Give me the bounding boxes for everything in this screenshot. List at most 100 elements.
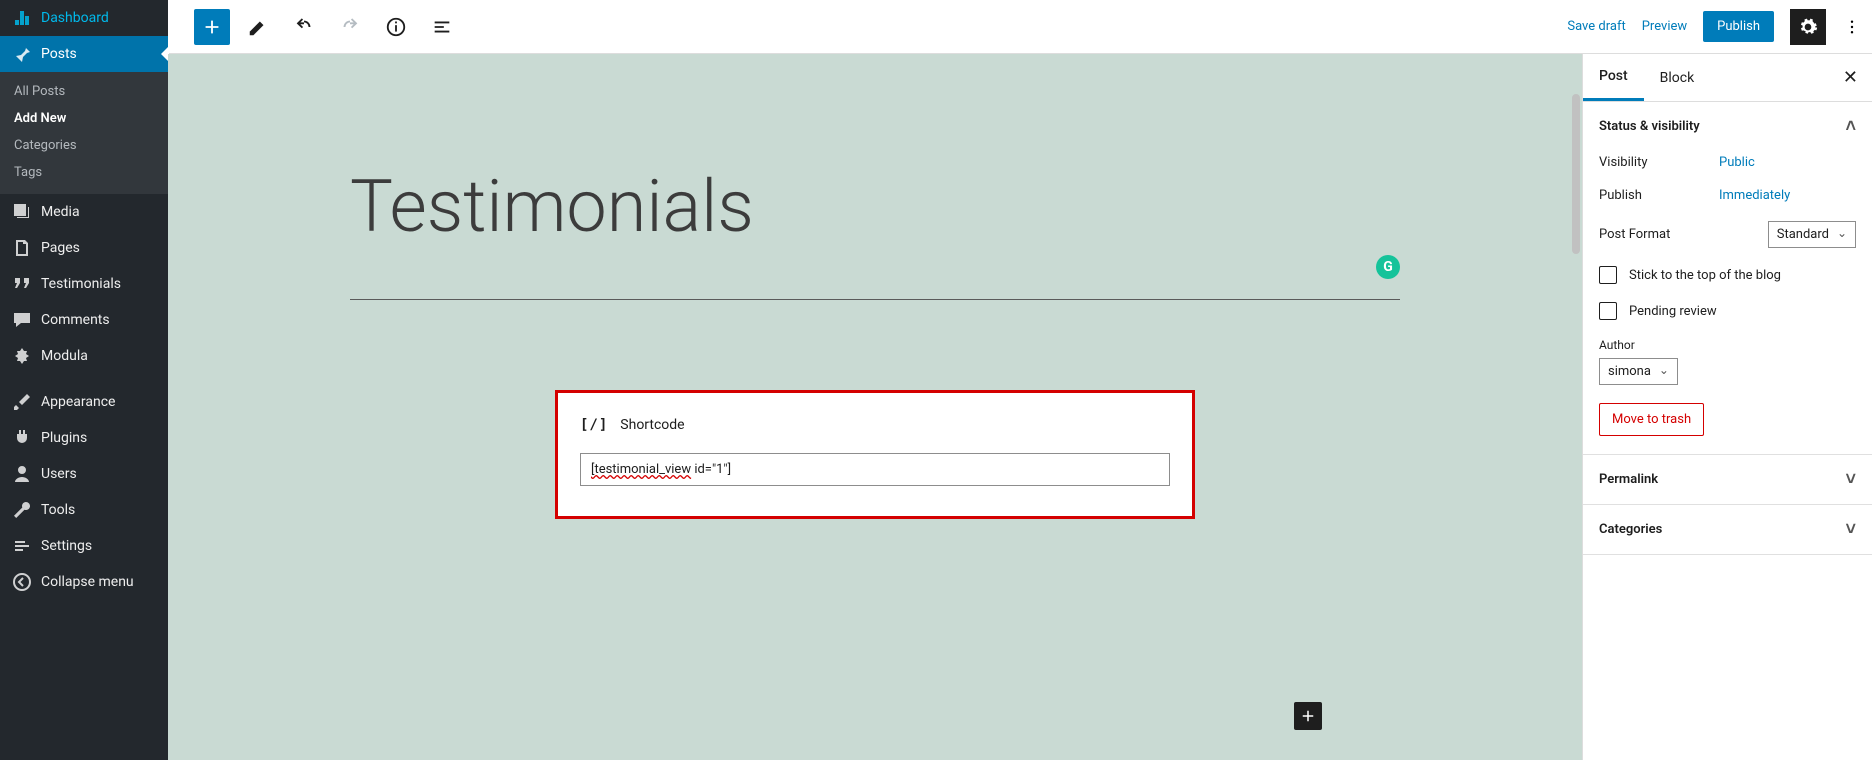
publish-value[interactable]: Immediately bbox=[1719, 188, 1790, 203]
section-status-toggle[interactable]: Status & visibility ˄ bbox=[1583, 102, 1872, 151]
sliders-icon bbox=[12, 536, 32, 556]
editor-canvas-wrap: Testimonials G [/] Shortcode [testimonia… bbox=[168, 54, 1582, 760]
scrollbar-track[interactable] bbox=[1568, 54, 1582, 760]
sidebar-sub-add-new[interactable]: Add New bbox=[0, 105, 168, 132]
media-icon bbox=[12, 202, 32, 222]
brush-icon bbox=[12, 392, 32, 412]
settings-panel: Post Block ✕ Status & visibility ˄ Visib… bbox=[1582, 54, 1872, 760]
close-panel-button[interactable]: ✕ bbox=[1829, 55, 1872, 100]
visibility-value[interactable]: Public bbox=[1719, 155, 1755, 170]
shortcode-label: Shortcode bbox=[620, 417, 684, 433]
settings-button[interactable] bbox=[1790, 9, 1826, 45]
visibility-label: Visibility bbox=[1599, 155, 1719, 170]
sidebar-sub-tags[interactable]: Tags bbox=[0, 159, 168, 186]
separator-block[interactable] bbox=[350, 299, 1400, 300]
redo-button[interactable] bbox=[332, 9, 368, 45]
publish-label: Publish bbox=[1599, 188, 1719, 203]
comment-icon bbox=[12, 310, 32, 330]
user-icon bbox=[12, 464, 32, 484]
more-options-button[interactable] bbox=[1842, 9, 1862, 45]
tab-block[interactable]: Block bbox=[1644, 56, 1711, 100]
sidebar-label: Testimonials bbox=[41, 276, 121, 292]
sidebar-item-appearance[interactable]: Appearance bbox=[0, 384, 168, 420]
pending-review-checkbox[interactable]: Pending review bbox=[1599, 302, 1856, 320]
edit-mode-button[interactable] bbox=[240, 9, 276, 45]
shortcode-icon: [/] bbox=[580, 417, 608, 433]
sidebar-item-media[interactable]: Media bbox=[0, 194, 168, 230]
section-permalink-toggle[interactable]: Permalink ˅ bbox=[1583, 455, 1872, 504]
sidebar-label: Collapse menu bbox=[41, 574, 134, 590]
sidebar-item-testimonials[interactable]: Testimonials bbox=[0, 266, 168, 302]
editor-canvas[interactable]: Testimonials G [/] Shortcode [testimonia… bbox=[168, 54, 1582, 760]
shortcode-text-suffix: id="1"] bbox=[691, 462, 731, 477]
section-categories: Categories ˅ bbox=[1583, 505, 1872, 555]
sidebar-item-tools[interactable]: Tools bbox=[0, 492, 168, 528]
save-draft-link[interactable]: Save draft bbox=[1567, 19, 1625, 34]
sidebar-sub-all-posts[interactable]: All Posts bbox=[0, 78, 168, 105]
section-categories-toggle[interactable]: Categories ˅ bbox=[1583, 505, 1872, 554]
chevron-down-icon: ˅ bbox=[1845, 519, 1856, 540]
author-select[interactable]: simona bbox=[1599, 358, 1678, 385]
sidebar-label: Users bbox=[41, 466, 77, 482]
tab-post[interactable]: Post bbox=[1583, 54, 1644, 101]
section-permalink: Permalink ˅ bbox=[1583, 455, 1872, 505]
shortcode-block[interactable]: [/] Shortcode [testimonial_view id="1"] bbox=[555, 390, 1195, 519]
sidebar-item-plugins[interactable]: Plugins bbox=[0, 420, 168, 456]
sidebar-item-users[interactable]: Users bbox=[0, 456, 168, 492]
collapse-icon bbox=[12, 572, 32, 592]
sidebar-label: Comments bbox=[41, 312, 110, 328]
sidebar-item-comments[interactable]: Comments bbox=[0, 302, 168, 338]
add-block-button[interactable] bbox=[194, 9, 230, 45]
admin-sidebar: Dashboard Posts All Posts Add New Catego… bbox=[0, 0, 168, 760]
main-area: Save draft Preview Publish Testimonials … bbox=[168, 0, 1872, 760]
sidebar-label: Dashboard bbox=[41, 10, 109, 26]
shortcode-input[interactable]: [testimonial_view id="1"] bbox=[580, 453, 1170, 486]
sidebar-item-pages[interactable]: Pages bbox=[0, 230, 168, 266]
pages-icon bbox=[12, 238, 32, 258]
preview-link[interactable]: Preview bbox=[1642, 19, 1687, 34]
sidebar-label: Media bbox=[41, 204, 80, 220]
sidebar-label: Tools bbox=[41, 502, 75, 518]
sidebar-item-modula[interactable]: Modula bbox=[0, 338, 168, 374]
checkbox-icon bbox=[1599, 302, 1617, 320]
modula-icon bbox=[12, 346, 32, 366]
sidebar-item-dashboard[interactable]: Dashboard bbox=[0, 0, 168, 36]
author-label: Author bbox=[1599, 338, 1856, 352]
post-format-select[interactable]: Standard bbox=[1768, 221, 1856, 248]
append-block-button[interactable] bbox=[1294, 702, 1322, 730]
sidebar-item-settings[interactable]: Settings bbox=[0, 528, 168, 564]
plug-icon bbox=[12, 428, 32, 448]
sidebar-label: Modula bbox=[41, 348, 88, 364]
sidebar-label: Settings bbox=[41, 538, 92, 554]
section-status-visibility: Status & visibility ˄ Visibility Public … bbox=[1583, 102, 1872, 455]
scrollbar-thumb[interactable] bbox=[1572, 94, 1580, 254]
stick-top-checkbox[interactable]: Stick to the top of the blog bbox=[1599, 266, 1856, 284]
stick-top-label: Stick to the top of the blog bbox=[1629, 268, 1781, 283]
sidebar-collapse[interactable]: Collapse menu bbox=[0, 564, 168, 600]
section-title: Categories bbox=[1599, 522, 1662, 537]
pending-review-label: Pending review bbox=[1629, 304, 1717, 319]
sidebar-label: Plugins bbox=[41, 430, 87, 446]
section-title: Status & visibility bbox=[1599, 119, 1700, 134]
chevron-up-icon: ˄ bbox=[1845, 116, 1856, 137]
publish-button[interactable]: Publish bbox=[1703, 11, 1774, 42]
quote-icon bbox=[12, 274, 32, 294]
editor-toolbar: Save draft Preview Publish bbox=[168, 0, 1872, 54]
outline-button[interactable] bbox=[424, 9, 460, 45]
wrench-icon bbox=[12, 500, 32, 520]
dashboard-icon bbox=[12, 8, 32, 28]
sidebar-label: Appearance bbox=[41, 394, 115, 410]
sidebar-label: Posts bbox=[41, 46, 77, 62]
info-button[interactable] bbox=[378, 9, 414, 45]
grammarly-icon[interactable]: G bbox=[1376, 255, 1400, 279]
chevron-down-icon: ˅ bbox=[1845, 469, 1856, 490]
post-format-label: Post Format bbox=[1599, 227, 1670, 242]
post-title[interactable]: Testimonials bbox=[350, 54, 1400, 289]
section-title: Permalink bbox=[1599, 472, 1658, 487]
sidebar-label: Pages bbox=[41, 240, 80, 256]
sidebar-item-posts[interactable]: Posts bbox=[0, 36, 168, 72]
sidebar-posts-submenu: All Posts Add New Categories Tags bbox=[0, 72, 168, 194]
sidebar-sub-categories[interactable]: Categories bbox=[0, 132, 168, 159]
move-to-trash-button[interactable]: Move to trash bbox=[1599, 403, 1704, 436]
undo-button[interactable] bbox=[286, 9, 322, 45]
